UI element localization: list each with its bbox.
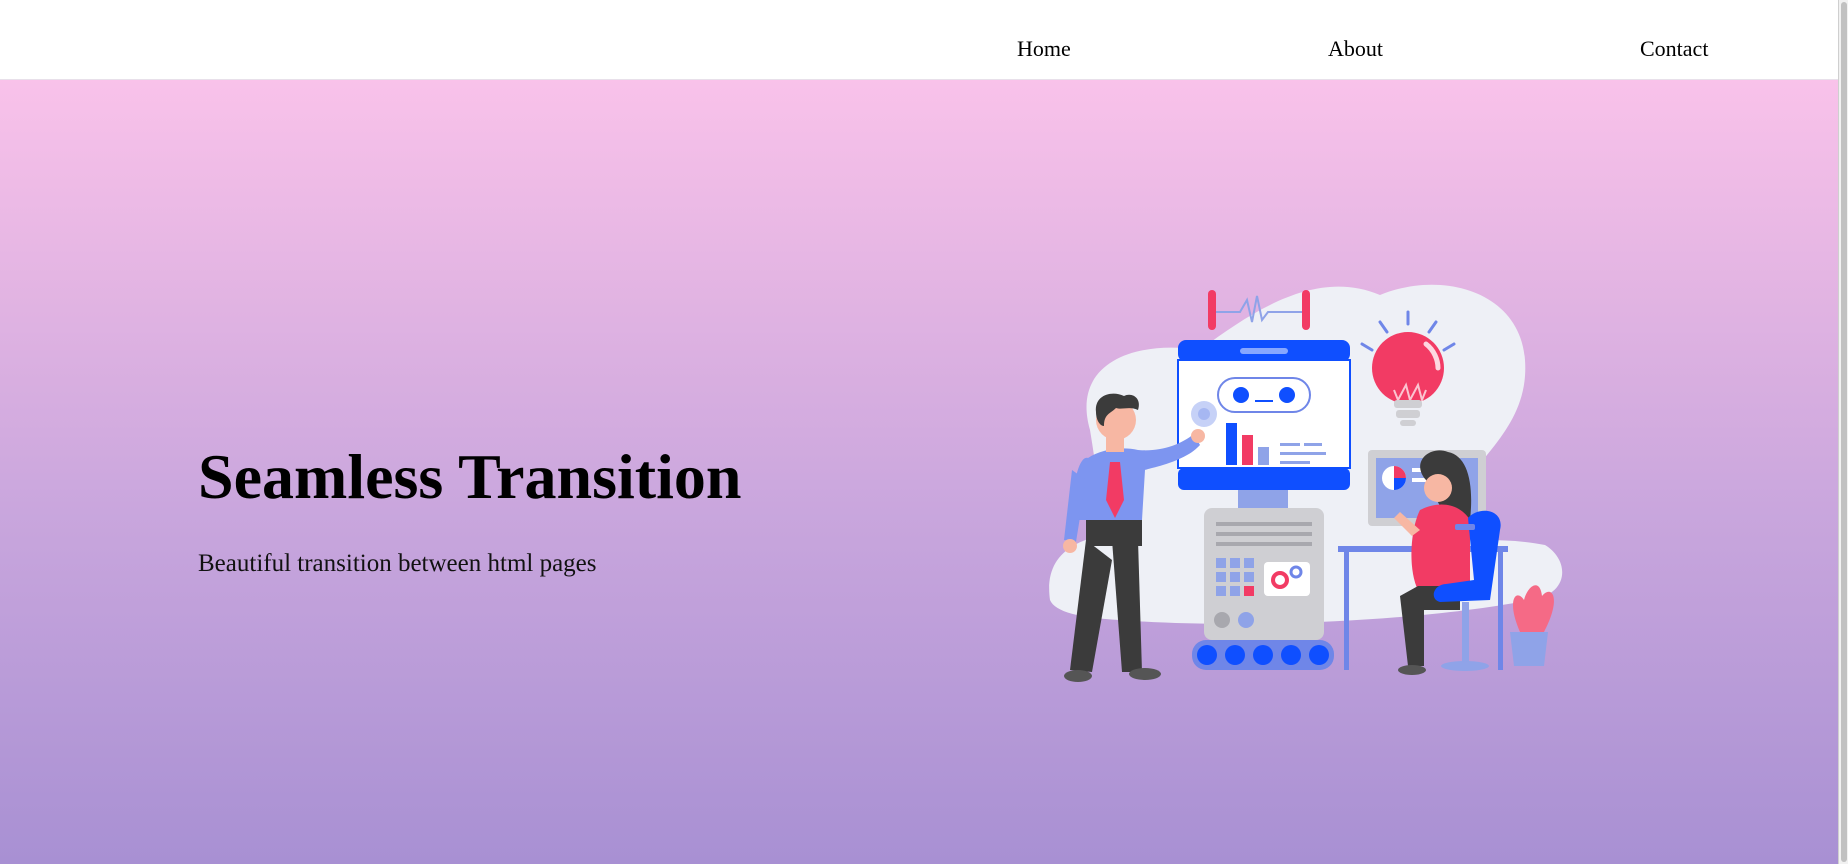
hero-title: Seamless Transition [198,441,742,512]
hero-subtitle: Beautiful transition between html pages [198,550,597,577]
page: Home About Contact Seamless Transition B… [0,0,1848,864]
scrollbar-thumb[interactable] [1841,2,1847,862]
top-navbar: Home About Contact [0,0,1838,80]
nav-link-home[interactable]: Home [1017,36,1071,62]
nav-link-about[interactable]: About [1328,36,1383,62]
nav-link-contact[interactable]: Contact [1640,36,1708,62]
people-robot-dashboard-illustration-icon [1049,284,1563,682]
vertical-scrollbar[interactable] [1838,0,1848,864]
